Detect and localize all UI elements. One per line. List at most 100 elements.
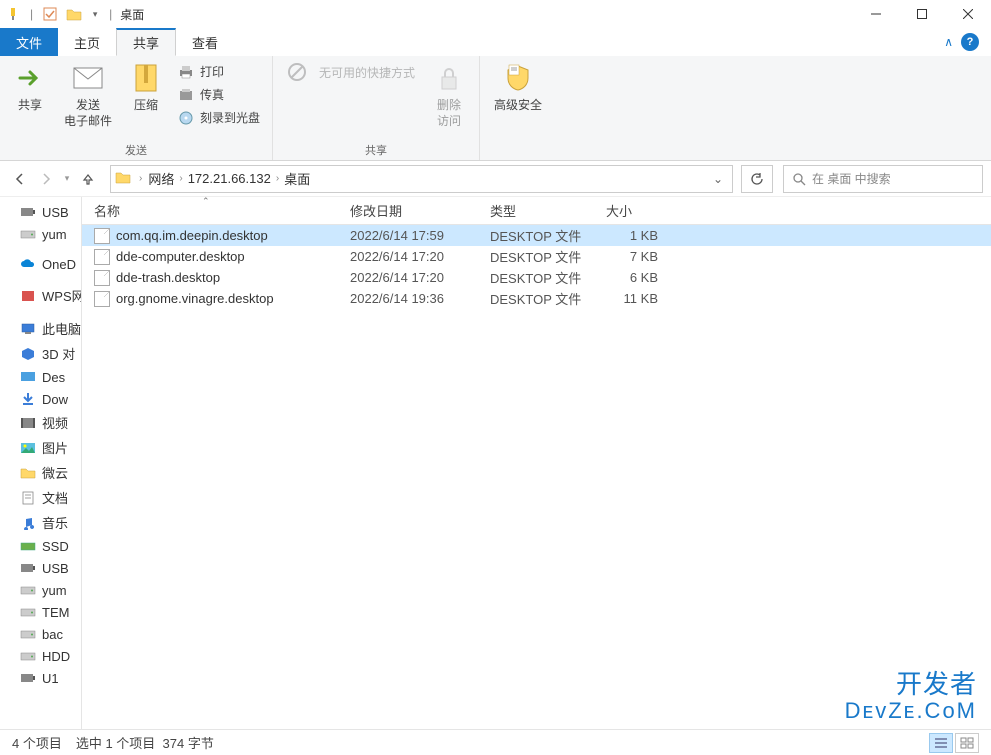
tab-share[interactable]: 共享 <box>116 28 176 56</box>
tree-item[interactable]: yum <box>0 579 81 601</box>
status-selected: 选中 1 个项目 <box>76 736 155 751</box>
no-shortcut-placeholder: 无可用的快捷方式 <box>281 60 421 84</box>
file-icon <box>94 228 110 244</box>
doc-icon <box>20 490 36 506</box>
forward-button[interactable] <box>34 167 58 191</box>
status-item-count: 4 个项目 <box>12 733 62 752</box>
breadcrumb: 网络 › 172.21.66.132 › 桌面 <box>144 169 708 188</box>
tree-item[interactable]: USB <box>0 201 81 223</box>
minimize-button[interactable] <box>853 0 899 28</box>
status-bar: 4 个项目 选中 1 个项目 374 字节 <box>0 729 991 755</box>
title-bar: | ▾ | 桌面 <box>0 0 991 28</box>
back-button[interactable] <box>8 167 32 191</box>
sort-indicator-icon: ⌃ <box>202 196 210 207</box>
picture-icon <box>20 440 36 456</box>
file-icon <box>94 291 110 307</box>
file-row[interactable]: dde-trash.desktop2022/6/14 17:20DESKTOP … <box>82 267 991 288</box>
music-icon <box>20 515 36 531</box>
3d-icon <box>20 346 36 362</box>
maximize-button[interactable] <box>899 0 945 28</box>
tree-item[interactable]: OneD <box>0 253 81 275</box>
file-icon <box>94 270 110 286</box>
collapse-ribbon-icon[interactable]: ∧ <box>944 35 953 49</box>
tree-item[interactable]: SSD <box>0 535 81 557</box>
usb-icon <box>20 670 36 686</box>
address-dropdown-icon[interactable]: ⌄ <box>708 172 728 186</box>
recent-dropdown[interactable]: ▾ <box>60 167 74 191</box>
tab-view[interactable]: 查看 <box>176 28 234 56</box>
window-title: 桌面 <box>120 6 144 23</box>
tree-item[interactable]: bac <box>0 623 81 645</box>
ribbon-tab-strip: 文件 主页 共享 查看 ∧ ? <box>0 28 991 56</box>
view-icons-button[interactable] <box>955 733 979 753</box>
file-list[interactable]: com.qq.im.deepin.desktop2022/6/14 17:59D… <box>82 225 991 729</box>
email-button[interactable]: 发送 电子邮件 <box>58 60 118 131</box>
ssd-icon <box>20 538 36 554</box>
tree-item[interactable]: U1 <box>0 667 81 689</box>
tab-home[interactable]: 主页 <box>58 28 116 56</box>
tree-item[interactable]: Des <box>0 366 81 388</box>
burn-disc-button[interactable]: 刻录到光盘 <box>174 108 264 127</box>
column-headers: ⌃ 名称 修改日期 类型 大小 <box>82 197 991 225</box>
tree-item[interactable]: 此电脑 <box>0 316 81 341</box>
crumb-host[interactable]: 172.21.66.132 <box>184 171 275 186</box>
tree-item[interactable]: Dow <box>0 388 81 410</box>
crumb-folder[interactable]: 桌面 <box>280 169 314 188</box>
ribbon-group-send-label: 发送 <box>8 140 264 158</box>
file-row[interactable]: dde-computer.desktop2022/6/14 17:20DESKT… <box>82 246 991 267</box>
print-button[interactable]: 打印 <box>174 62 264 81</box>
tree-item[interactable]: yum <box>0 223 81 245</box>
qat-pin-icon[interactable] <box>4 5 22 23</box>
view-details-button[interactable] <box>929 733 953 753</box>
col-header-size[interactable]: 大小 <box>594 201 670 220</box>
tree-item[interactable]: 视频 <box>0 410 81 435</box>
share-button[interactable]: 共享 <box>8 60 52 116</box>
file-icon <box>94 249 110 265</box>
zip-button[interactable]: 压缩 <box>124 60 168 116</box>
col-header-type[interactable]: 类型 <box>478 201 594 220</box>
wps-icon <box>20 288 36 304</box>
tree-item[interactable]: WPS网 <box>0 283 81 308</box>
download-icon <box>20 391 36 407</box>
tree-item[interactable]: 3D 对 <box>0 341 81 366</box>
search-input[interactable]: 在 桌面 中搜索 <box>783 165 983 193</box>
status-bytes: 374 字节 <box>163 736 214 751</box>
tree-item[interactable]: 音乐 <box>0 510 81 535</box>
search-icon <box>792 172 806 186</box>
pc-icon <box>20 321 36 337</box>
tree-item[interactable]: 图片 <box>0 435 81 460</box>
help-icon[interactable]: ? <box>961 33 979 51</box>
fax-button[interactable]: 传真 <box>174 85 264 104</box>
tree-item[interactable]: TEM <box>0 601 81 623</box>
qat-dropdown-icon[interactable]: ▾ <box>89 5 101 23</box>
col-header-date[interactable]: 修改日期 <box>338 201 478 220</box>
search-placeholder: 在 桌面 中搜索 <box>812 170 891 187</box>
col-header-name[interactable]: 名称 <box>82 201 338 220</box>
address-bar[interactable]: › 网络 › 172.21.66.132 › 桌面 ⌄ <box>110 165 733 193</box>
tree-item[interactable]: USB <box>0 557 81 579</box>
tree-item[interactable]: HDD <box>0 645 81 667</box>
drive-icon <box>20 604 36 620</box>
navigation-bar: ▾ › 网络 › 172.21.66.132 › 桌面 ⌄ 在 桌面 中搜索 <box>0 161 991 197</box>
ribbon: 共享 发送 电子邮件 压缩 打印 传真 刻录到光盘 发送 无可用的快捷方式 <box>0 56 991 161</box>
up-button[interactable] <box>76 167 100 191</box>
nav-tree[interactable]: USByumOneDWPS网此电脑3D 对DesDow视频图片微云文档音乐SSD… <box>0 197 82 729</box>
crumb-network[interactable]: 网络 <box>144 169 178 188</box>
tab-file[interactable]: 文件 <box>0 28 58 56</box>
ribbon-group-share-label: 共享 <box>281 140 471 158</box>
folder-icon <box>20 465 36 481</box>
close-button[interactable] <box>945 0 991 28</box>
drive-icon <box>20 626 36 642</box>
advanced-security-button[interactable]: 高级安全 <box>488 60 548 116</box>
tree-item[interactable]: 微云 <box>0 460 81 485</box>
usb-icon <box>20 560 36 576</box>
file-row[interactable]: org.gnome.vinagre.desktop2022/6/14 19:36… <box>82 288 991 309</box>
file-row[interactable]: com.qq.im.deepin.desktop2022/6/14 17:59D… <box>82 225 991 246</box>
folder-icon <box>65 5 83 23</box>
tree-item[interactable]: 文档 <box>0 485 81 510</box>
video-icon <box>20 415 36 431</box>
remove-access-button: 删除 访问 <box>427 60 471 131</box>
drive-icon <box>20 226 36 242</box>
refresh-button[interactable] <box>741 165 773 193</box>
qat-properties-icon[interactable] <box>41 5 59 23</box>
